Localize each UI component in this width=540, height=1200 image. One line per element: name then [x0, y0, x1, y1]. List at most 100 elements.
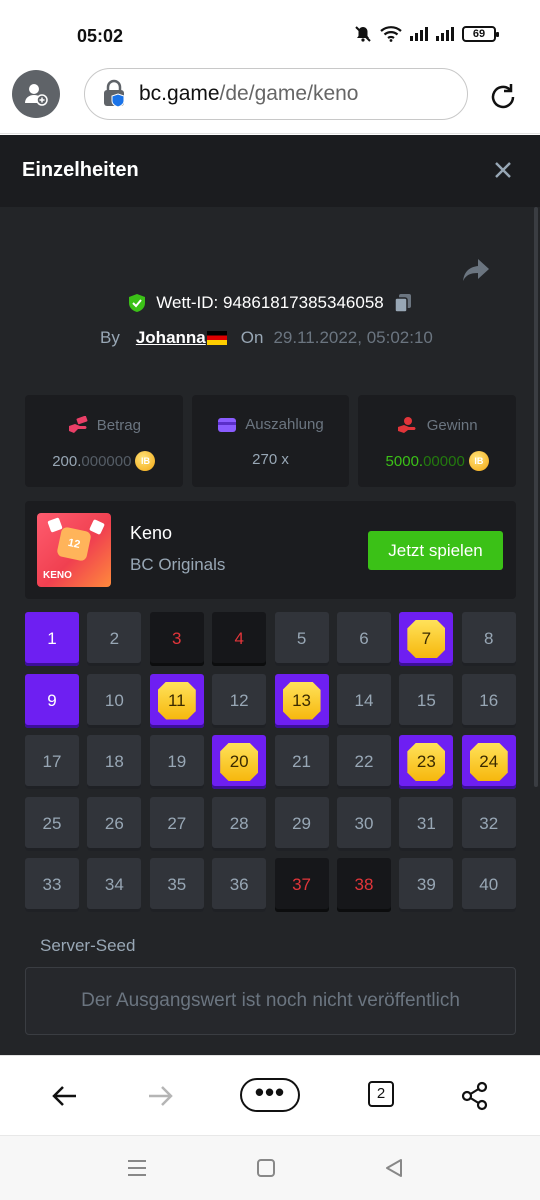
keno-cell-39[interactable]: 39 — [399, 858, 454, 912]
stat-betrag-label: Betrag — [96, 416, 141, 434]
keno-cell-18[interactable]: 18 — [87, 735, 142, 789]
tabs-button[interactable]: 2 — [368, 1081, 394, 1107]
keno-cell-1[interactable]: 1 — [25, 612, 79, 666]
cell-number: 37 — [292, 875, 312, 894]
cell-number: 32 — [479, 813, 499, 833]
keno-cell-11[interactable]: 11 — [149, 673, 204, 728]
keno-cell-7[interactable]: 7 — [399, 612, 454, 666]
keno-cell-36[interactable]: 36 — [212, 858, 267, 912]
stat-auszahlung-value: 270 x — [252, 451, 289, 468]
play-now-button[interactable]: Jetzt spielen — [368, 531, 503, 570]
cell-number: 28 — [229, 813, 249, 833]
status-icons: 69 — [354, 25, 499, 43]
cell-number: 2 — [109, 629, 120, 648]
cell-number: 19 — [167, 752, 187, 771]
cell-number: 1 — [47, 629, 57, 648]
cell-number: 5 — [296, 629, 307, 648]
keno-cell-32[interactable]: 32 — [461, 796, 516, 851]
bet-id-row: Wett-ID: 94861817385346058 — [0, 293, 540, 313]
keno-cell-19[interactable]: 19 — [149, 735, 204, 789]
by-label: By — [100, 328, 120, 347]
hit-gem-number: 13 — [282, 681, 321, 720]
keno-cell-6[interactable]: 6 — [336, 612, 391, 666]
forward-arrow-icon[interactable] — [145, 1078, 175, 1114]
cell-number: 12 — [229, 690, 249, 710]
verified-shield-icon — [129, 294, 146, 312]
browser-nav-bar: ••• 2 — [0, 1055, 540, 1135]
keno-cell-13[interactable]: 13 — [274, 673, 329, 728]
home-icon[interactable] — [256, 1158, 276, 1178]
share-network-icon[interactable] — [460, 1078, 490, 1114]
keno-cell-9[interactable]: 9 — [25, 673, 79, 728]
copy-icon[interactable] — [393, 293, 412, 313]
signal-icon — [410, 27, 428, 41]
stat-gewinn-label: Gewinn — [426, 416, 478, 434]
keno-cell-38[interactable]: 38 — [336, 858, 391, 912]
keno-cell-34[interactable]: 34 — [87, 858, 142, 912]
recent-apps-icon[interactable] — [126, 1158, 148, 1178]
back-arrow-icon[interactable] — [50, 1078, 80, 1114]
bet-id: Wett-ID: 94861817385346058 — [156, 293, 384, 312]
reload-icon[interactable] — [486, 80, 520, 114]
hit-gem-number: 11 — [157, 681, 196, 720]
keno-cell-14[interactable]: 14 — [336, 673, 391, 728]
keno-cell-35[interactable]: 35 — [149, 858, 204, 912]
keno-cell-16[interactable]: 16 — [461, 673, 516, 728]
game-name: Keno — [130, 523, 173, 543]
browser-toolbar: bc.game/de/game/keno — [0, 64, 540, 134]
keno-cell-8[interactable]: 8 — [461, 612, 516, 666]
keno-cell-31[interactable]: 31 — [399, 796, 454, 851]
keno-cell-22[interactable]: 22 — [336, 735, 391, 789]
stat-gewinn: Gewinn 5000.00000 IB — [358, 395, 517, 487]
keno-cell-5[interactable]: 5 — [274, 612, 329, 666]
keno-cell-21[interactable]: 21 — [274, 735, 329, 789]
cell-number: 35 — [167, 875, 187, 894]
stat-betrag-decimals: 000000 — [81, 452, 132, 470]
keno-cell-29[interactable]: 29 — [274, 796, 329, 851]
profile-avatar[interactable] — [12, 70, 60, 118]
mute-bell-icon — [355, 26, 371, 42]
keno-cell-23[interactable]: 23 — [399, 735, 454, 789]
keno-cell-30[interactable]: 30 — [336, 796, 391, 851]
keno-cell-27[interactable]: 27 — [149, 796, 204, 851]
address-bar[interactable]: bc.game/de/game/keno — [84, 68, 468, 120]
keno-grid: 1 2 3 4 5 6 7 8 9 10 11 12 13 14 15 16 17 18 19 20 21 22 23 24 2… — [25, 612, 516, 912]
hit-gem-number: 24 — [469, 743, 508, 781]
keno-cell-28[interactable]: 28 — [212, 796, 267, 851]
share-icon[interactable] — [462, 257, 490, 283]
keno-cell-4[interactable]: 4 — [212, 612, 267, 666]
keno-cell-3[interactable]: 3 — [149, 612, 204, 666]
system-back-icon[interactable] — [384, 1158, 404, 1178]
keno-cell-10[interactable]: 10 — [87, 673, 142, 728]
keno-cell-17[interactable]: 17 — [25, 735, 79, 789]
status-bar: 05:02 69 — [0, 0, 540, 64]
keno-cell-40[interactable]: 40 — [461, 858, 516, 912]
keno-cell-20[interactable]: 20 — [212, 735, 267, 789]
close-icon[interactable] — [492, 159, 514, 181]
bet-date: 29.11.2022, 05:02:10 — [273, 328, 433, 347]
game-provider: BC Originals — [130, 555, 226, 574]
cell-number: 4 — [234, 629, 244, 648]
keno-cell-15[interactable]: 15 — [399, 673, 454, 728]
keno-cell-12[interactable]: 12 — [212, 673, 267, 728]
cell-number: 26 — [104, 813, 124, 833]
keno-cell-37[interactable]: 37 — [274, 858, 329, 912]
cell-number: 36 — [229, 875, 249, 894]
keno-cell-26[interactable]: 26 — [87, 796, 142, 851]
card-icon — [218, 417, 237, 432]
screen: 05:02 69 bc.game/de/game/keno Einzelheit… — [0, 0, 540, 1200]
keno-cell-2[interactable]: 2 — [87, 612, 142, 666]
game-thumbnail[interactable]: 12 KENO — [37, 513, 111, 587]
keno-cell-24[interactable]: 24 — [461, 735, 516, 789]
menu-button[interactable]: ••• — [240, 1078, 300, 1112]
cell-number: 39 — [416, 875, 436, 894]
hit-gem-number: 7 — [407, 620, 446, 658]
cell-number: 17 — [42, 752, 62, 771]
keno-cell-33[interactable]: 33 — [25, 858, 79, 912]
server-seed-field[interactable]: Der Ausgangswert ist noch nicht veröffen… — [25, 967, 516, 1035]
coin-icon: IB — [135, 451, 156, 471]
cell-number: 31 — [416, 813, 436, 833]
username-link[interactable]: Johanna — [136, 328, 206, 348]
keno-cell-25[interactable]: 25 — [25, 796, 79, 851]
signal-icon-2 — [436, 27, 454, 41]
